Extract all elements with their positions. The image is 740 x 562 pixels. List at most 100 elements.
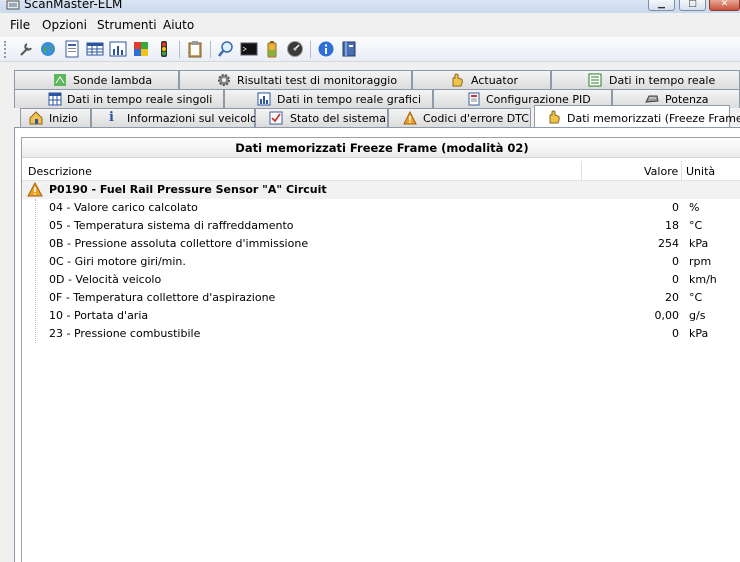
- row-description: 0B - Pressione assoluta collettore d'imm…: [49, 237, 309, 250]
- minimize-button[interactable]: ▁: [648, 0, 675, 11]
- row-value: 0: [672, 201, 679, 214]
- menu-opzioni[interactable]: Opzioni: [42, 18, 87, 32]
- column-separator[interactable]: [581, 161, 582, 181]
- table-row[interactable]: 0B - Pressione assoluta collettore d'imm…: [22, 235, 740, 253]
- close-icon: ✕: [720, 0, 729, 9]
- tab-dati-singoli[interactable]: Dati in tempo reale singoli: [14, 89, 224, 108]
- maximize-icon: □: [688, 0, 697, 9]
- column-header-description[interactable]: Descrizione: [28, 165, 92, 178]
- home-icon: [29, 111, 43, 125]
- row-value: 254: [658, 237, 679, 250]
- colorful-window-icon[interactable]: [132, 40, 150, 58]
- tab-label: Risultati test di monitoraggio: [237, 74, 398, 87]
- window-title: ScanMaster-ELM: [24, 0, 123, 11]
- wrench-icon[interactable]: [17, 40, 35, 58]
- toolbar-separator: [210, 41, 211, 58]
- table-row[interactable]: 0C - Giri motore giri/min. 0 rpm: [22, 253, 740, 271]
- row-value: 0: [672, 327, 679, 340]
- tab-stato-sistema[interactable]: Stato del sistema: [255, 108, 388, 127]
- menu-bar: File Opzioni Strumenti Aiuto: [0, 14, 740, 36]
- column-separator[interactable]: [681, 161, 682, 181]
- engine-icon: [645, 95, 659, 103]
- menu-aiuto[interactable]: Aiuto: [163, 18, 194, 32]
- magnifier-icon[interactable]: [217, 40, 235, 58]
- row-description: 23 - Pressione combustibile: [49, 327, 201, 340]
- warning-icon: [27, 182, 43, 197]
- freeze-frame-title: Dati memorizzati Freeze Frame (modalità …: [22, 138, 740, 158]
- clipboard-icon[interactable]: [186, 40, 204, 58]
- globe-icon[interactable]: [39, 40, 57, 58]
- menu-file[interactable]: File: [10, 18, 30, 32]
- row-unit: rpm: [689, 255, 712, 268]
- tab-label: Actuator: [471, 74, 518, 87]
- row-value: 0: [672, 273, 679, 286]
- row-value: 0: [672, 255, 679, 268]
- row-value: 20: [665, 291, 679, 304]
- row-value: 0,00: [654, 309, 680, 322]
- column-header-unit[interactable]: Unità: [686, 165, 715, 178]
- grid-icon: [48, 92, 62, 106]
- gear-icon: [218, 74, 230, 86]
- title-bar[interactable]: ScanMaster-ELM ▁ □ ✕: [0, 0, 740, 13]
- row-unit: g/s: [689, 309, 706, 322]
- maximize-button[interactable]: □: [679, 0, 706, 11]
- tab-label: Inizio: [49, 112, 78, 125]
- column-header-row: Descrizione Valore Unità: [22, 161, 740, 181]
- book-icon[interactable]: [340, 40, 358, 58]
- tab-inizio[interactable]: Inizio: [20, 108, 91, 127]
- row-unit: °C: [689, 291, 703, 304]
- traffic-light-icon[interactable]: [155, 40, 173, 58]
- row-description: 0D - Velocità veicolo: [49, 273, 162, 286]
- table-row[interactable]: 0D - Velocità veicolo 0 km/h: [22, 271, 740, 289]
- tab-dati-grafici[interactable]: Dati in tempo reale grafici: [224, 89, 433, 108]
- gauge-icon[interactable]: [286, 40, 304, 58]
- tab-label: Codici d'errore DTC: [423, 112, 529, 125]
- minimize-icon: ▁: [658, 0, 665, 9]
- row-unit: kPa: [689, 237, 709, 250]
- info-icon[interactable]: [317, 40, 335, 58]
- row-description: 0F - Temperatura collettore d'aspirazion…: [49, 291, 276, 304]
- column-header-value[interactable]: Valore: [644, 165, 678, 178]
- table-row[interactable]: 23 - Pressione combustibile 0 kPa: [22, 325, 740, 343]
- grid-icon[interactable]: [86, 40, 104, 58]
- menu-strumenti[interactable]: Strumenti: [97, 18, 157, 32]
- tab-risultati-test[interactable]: Risultati test di monitoraggio: [179, 70, 412, 89]
- tab-informazioni-veicolo[interactable]: i Informazioni sul veicolo: [91, 108, 257, 127]
- tab-label: Dati in tempo reale grafici: [277, 93, 421, 106]
- document-icon[interactable]: [63, 40, 81, 58]
- toolbar: [0, 37, 740, 62]
- toolbar-separator: [179, 41, 180, 58]
- tab-codici-errore[interactable]: Codici d'errore DTC: [388, 108, 531, 127]
- row-description: 04 - Valore carico calcolato: [49, 201, 198, 214]
- lambda-sensor-icon: [54, 74, 66, 86]
- freeze-frame-table: Dati memorizzati Freeze Frame (modalità …: [21, 137, 740, 562]
- tab-actuator[interactable]: Actuator: [412, 70, 551, 89]
- bar-chart-icon[interactable]: [109, 40, 127, 58]
- tab-freeze-frame[interactable]: Dati memorizzati (Freeze Frame): [534, 105, 740, 127]
- tab-sonde-lambda[interactable]: Sonde lambda: [14, 70, 179, 89]
- info-icon: i: [109, 110, 114, 125]
- bar-chart-icon: [257, 92, 271, 106]
- row-description: 0C - Giri motore giri/min.: [49, 255, 186, 268]
- row-unit: kPa: [689, 327, 709, 340]
- dtc-row[interactable]: P0190 - Fuel Rail Pressure Sensor "A" Ci…: [22, 181, 740, 199]
- close-button[interactable]: ✕: [709, 0, 740, 11]
- tab-row-3: Inizio i Informazioni sul veicolo Stato …: [0, 105, 740, 127]
- table-row[interactable]: 10 - Portata d'aria 0,00 g/s: [22, 307, 740, 325]
- table-row[interactable]: 04 - Valore carico calcolato 0 %: [22, 199, 740, 217]
- tab-label: Dati memorizzati (Freeze Frame): [567, 112, 740, 125]
- checklist-icon: [269, 111, 283, 125]
- terminal-icon[interactable]: [240, 40, 258, 58]
- row-unit: km/h: [689, 273, 717, 286]
- document-icon: [468, 92, 480, 106]
- tab-label: Dati in tempo reale: [609, 74, 716, 87]
- table-row[interactable]: 0F - Temperatura collettore d'aspirazion…: [22, 289, 740, 307]
- toolbar-separator: [310, 41, 311, 58]
- row-unit: °C: [689, 219, 703, 232]
- toolbar-grip[interactable]: [4, 41, 7, 58]
- row-description: 05 - Temperatura sistema di raffreddamen…: [49, 219, 294, 232]
- tab-dati-tempo-reale[interactable]: Dati in tempo reale: [551, 70, 740, 89]
- table-row[interactable]: 05 - Temperatura sistema di raffreddamen…: [22, 217, 740, 235]
- battery-icon[interactable]: [263, 40, 281, 58]
- list-icon: [588, 73, 602, 87]
